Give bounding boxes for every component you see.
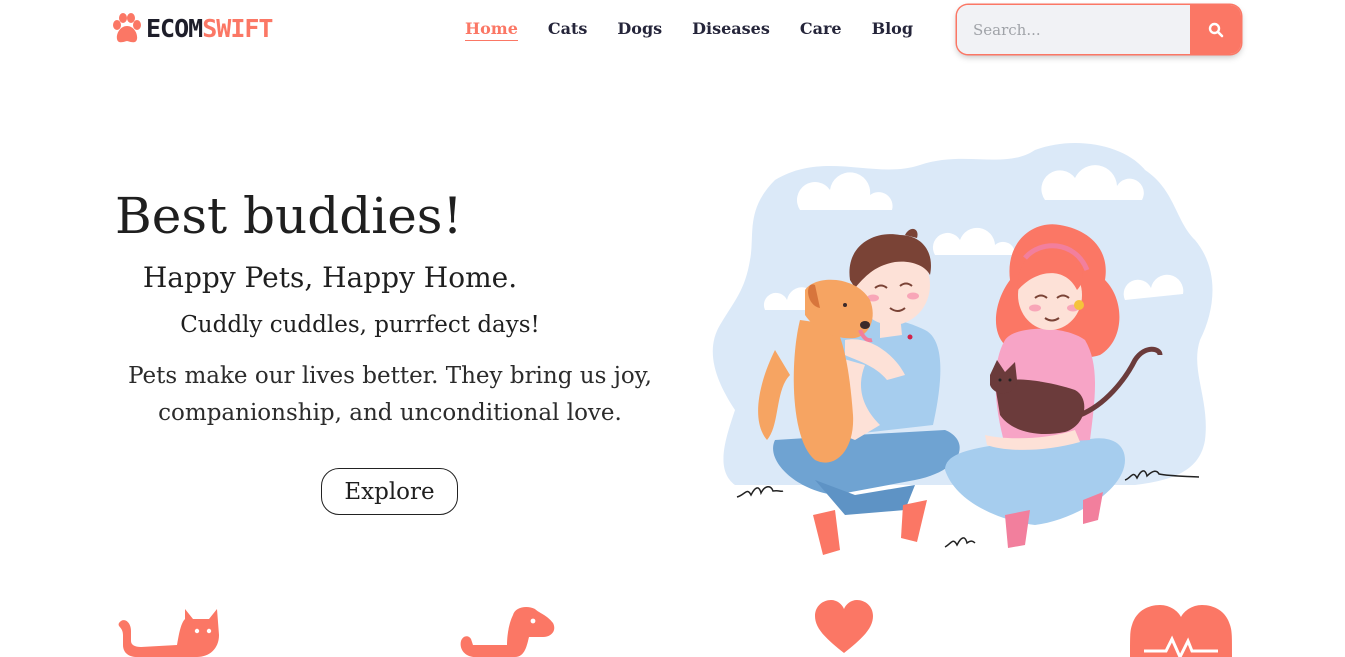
hero-title: Best buddies!: [115, 187, 463, 245]
brand-name: ECOMSWIFT: [146, 12, 273, 46]
brand-name-part1: ECOM: [146, 14, 203, 43]
heart-icon[interactable]: [813, 600, 875, 655]
nav-blog[interactable]: Blog: [872, 18, 913, 41]
nav-care[interactable]: Care: [800, 18, 842, 41]
search-icon: [1208, 22, 1223, 37]
search-button[interactable]: [1190, 5, 1241, 54]
nav-cats[interactable]: Cats: [548, 18, 588, 41]
hero-description: Pets make our lives better. They bring u…: [128, 363, 652, 426]
cat-icon[interactable]: [117, 605, 221, 657]
search-bar: [957, 5, 1241, 54]
dog-icon[interactable]: [455, 605, 559, 657]
main-nav: Home Cats Dogs Diseases Care Blog: [465, 18, 913, 41]
explore-button[interactable]: Explore: [321, 468, 458, 515]
brand-logo[interactable]: ECOMSWIFT: [110, 12, 273, 46]
hero-subtitle: Happy Pets, Happy Home.: [142, 261, 518, 294]
nav-dogs[interactable]: Dogs: [617, 18, 662, 41]
nav-diseases[interactable]: Diseases: [692, 18, 770, 41]
hero-illustration: [712, 142, 1213, 555]
paw-icon: [113, 13, 141, 43]
site-header: ECOMSWIFT Home Cats Dogs Diseases Care B…: [0, 0, 1345, 60]
hero-tagline: Cuddly cuddles, purrfect days!: [180, 312, 540, 338]
nav-home[interactable]: Home: [465, 18, 518, 41]
brand-name-part2: SWIFT: [202, 14, 273, 43]
search-input[interactable]: [957, 5, 1190, 54]
heartbeat-icon[interactable]: [1130, 605, 1232, 657]
